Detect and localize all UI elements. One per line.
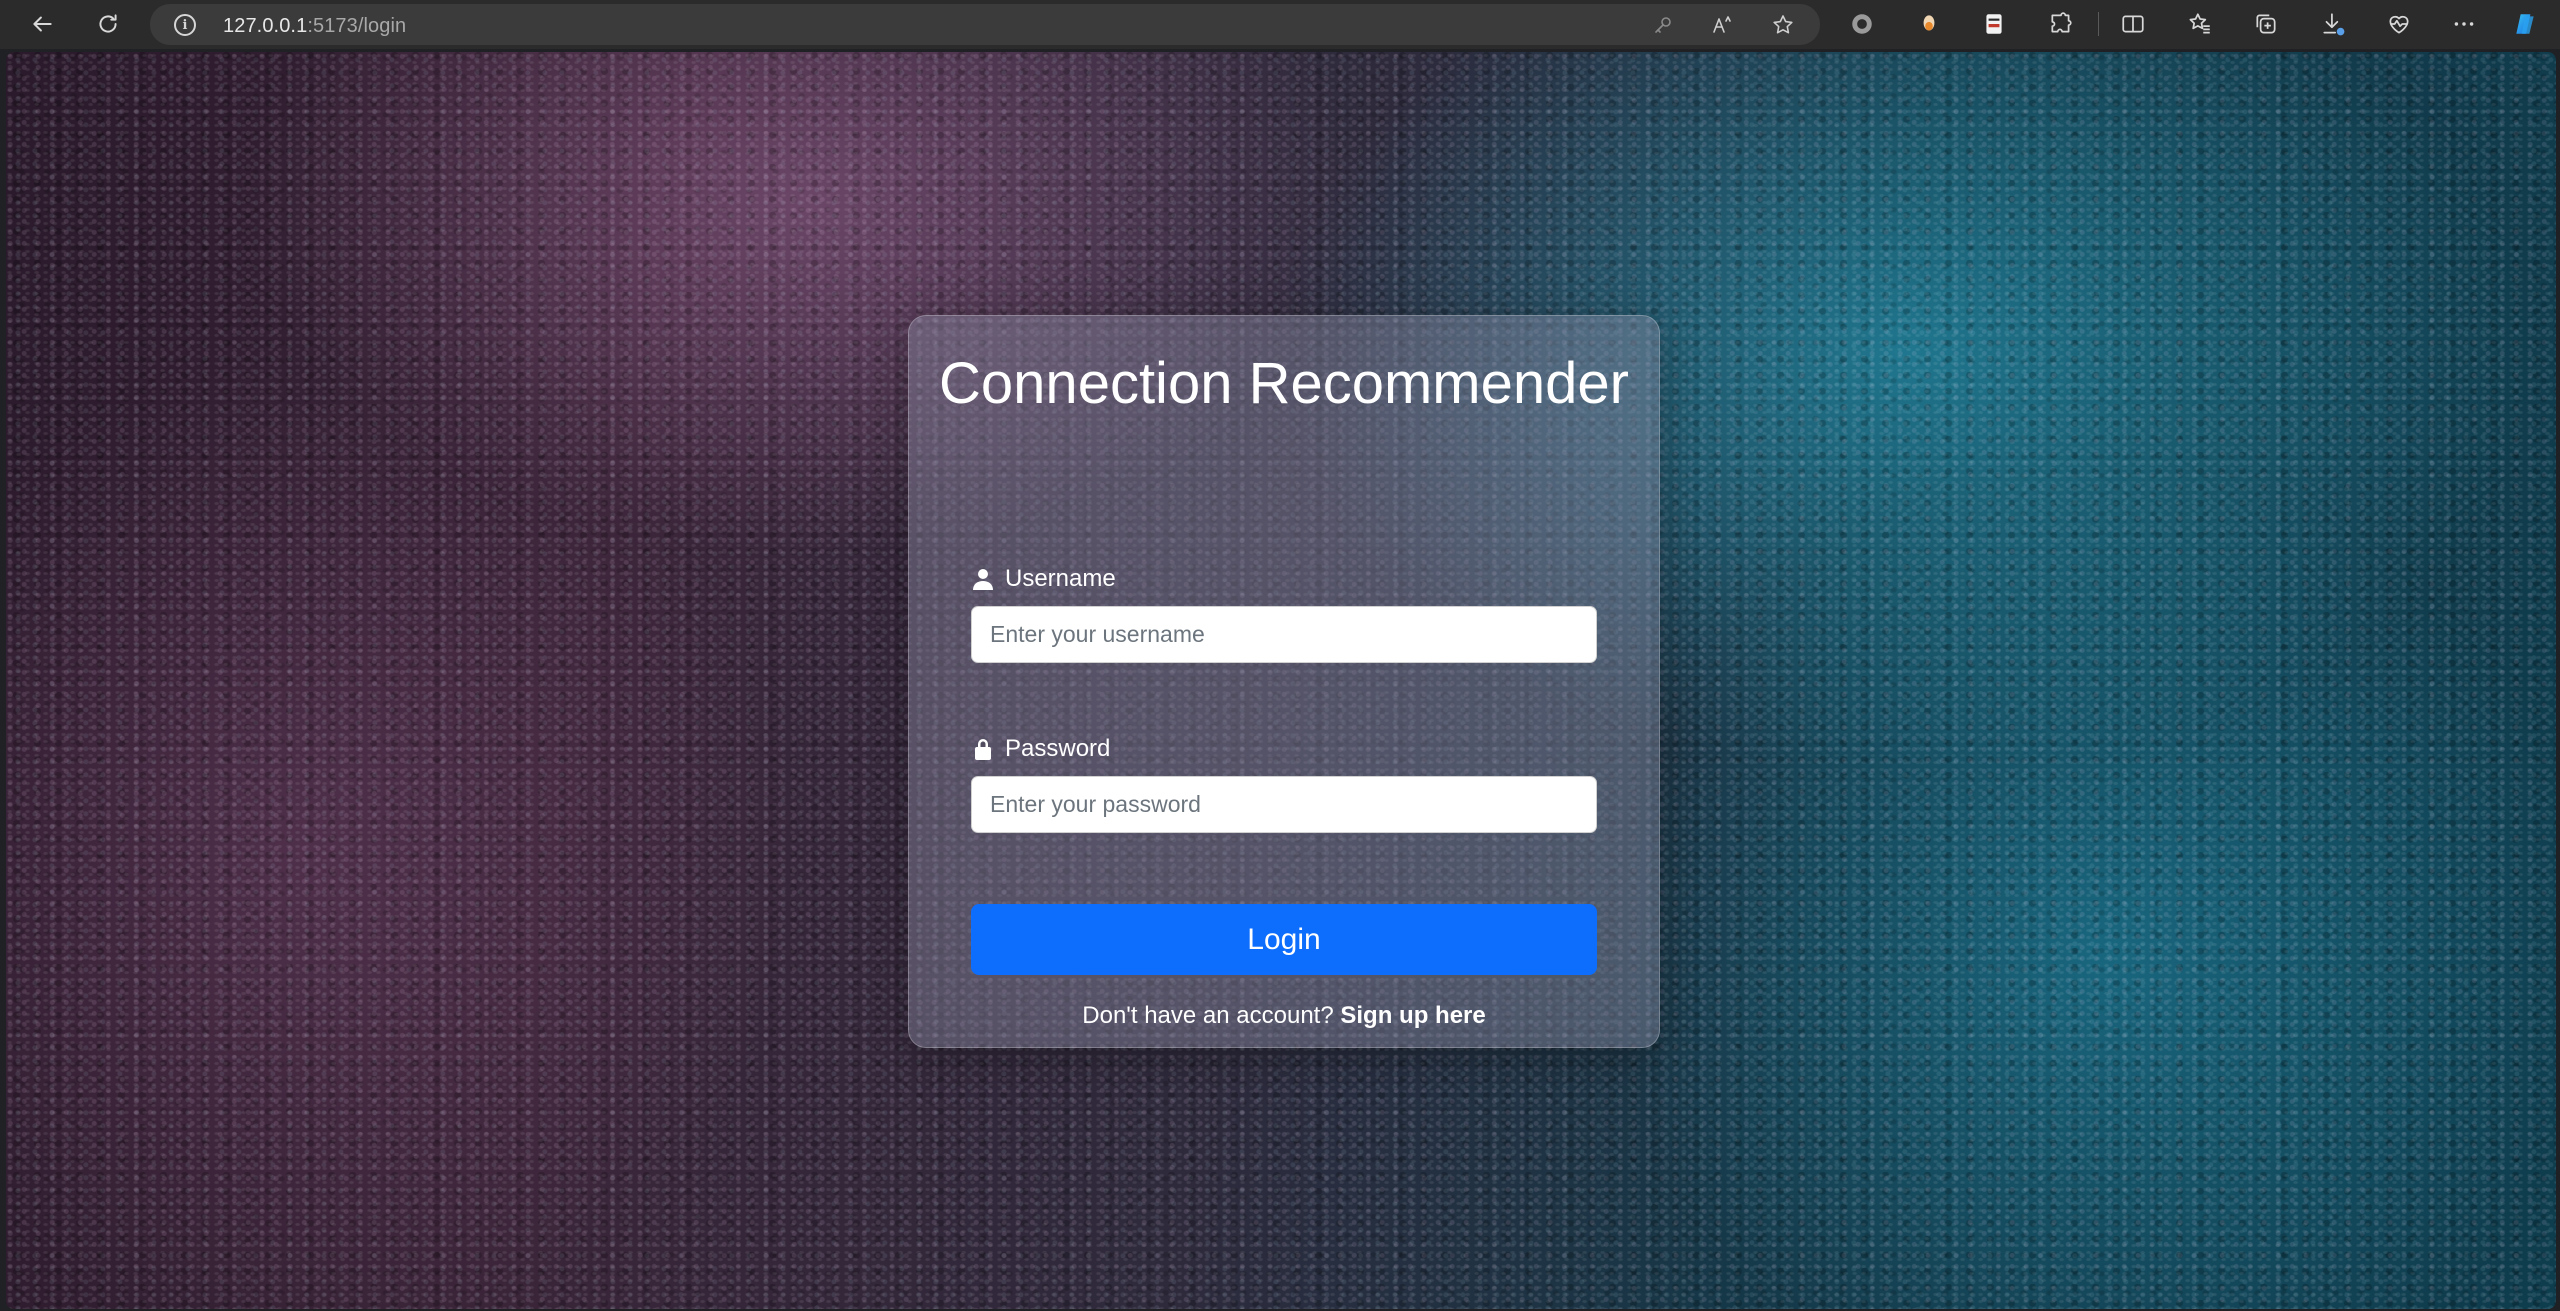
username-label-text: Username — [1005, 565, 1116, 592]
split-screen-button[interactable] — [2113, 4, 2153, 44]
record-extension-icon — [1852, 14, 1872, 34]
signup-prompt-text: Don't have an account? — [1082, 1002, 1334, 1029]
toolbar-divider — [2098, 12, 2099, 36]
download-icon — [2323, 13, 2345, 36]
more-button[interactable] — [2444, 4, 2484, 44]
url-text[interactable]: 127.0.0.1:5173/login — [223, 15, 406, 38]
url-host: 127.0.0.1 — [223, 15, 308, 37]
refresh-button[interactable] — [88, 4, 128, 44]
read-aloud-icon — [1713, 16, 1731, 33]
password-input[interactable] — [971, 776, 1597, 833]
username-input[interactable] — [971, 606, 1597, 663]
info-icon-glyph: i — [182, 17, 188, 33]
favorites-button[interactable] — [2180, 4, 2220, 44]
collections-icon — [2256, 14, 2276, 34]
bulb-extension-button[interactable] — [1909, 4, 1949, 44]
split-screen-icon — [2122, 15, 2144, 33]
favorite-button[interactable] — [1770, 12, 1796, 38]
page-viewport: Connection Recommender Username Password… — [6, 52, 2556, 1309]
user-icon — [973, 569, 993, 590]
back-arrow-icon — [33, 16, 52, 32]
puzzle-icon — [2051, 12, 2072, 33]
lock-icon — [975, 739, 991, 760]
favorites-icon — [2189, 13, 2210, 34]
info-icon[interactable]: i — [174, 14, 196, 36]
heart-pulse-icon — [2389, 15, 2409, 34]
record-extension-button[interactable] — [1842, 4, 1882, 44]
key-icon — [1655, 17, 1671, 33]
password-key-button[interactable] — [1650, 12, 1676, 38]
extensions-button[interactable] — [2041, 4, 2081, 44]
collections-button[interactable] — [2246, 4, 2286, 44]
read-aloud-button[interactable] — [1710, 12, 1736, 38]
browser-essentials-button[interactable] — [2379, 4, 2419, 44]
star-icon — [1773, 15, 1793, 34]
copilot-icon — [2516, 14, 2534, 34]
signup-link[interactable]: Sign up here — [1340, 1002, 1485, 1029]
address-bar[interactable]: i 127.0.0.1:5173/login — [150, 4, 1820, 45]
signup-prompt: Don't have an account? Sign up here — [909, 1002, 1659, 1030]
back-button[interactable] — [22, 4, 62, 44]
refresh-icon — [99, 14, 117, 33]
login-button[interactable]: Login — [971, 904, 1597, 975]
notes-extension-button[interactable] — [1974, 4, 2014, 44]
more-icon — [2454, 22, 2474, 26]
bulb-extension-icon — [1923, 15, 1935, 31]
username-label: Username — [973, 564, 1116, 594]
page-title: Connection Recommender — [939, 351, 1629, 416]
url-path: :5173/login — [307, 15, 407, 37]
downloads-button[interactable] — [2313, 4, 2353, 44]
password-label-text: Password — [1005, 735, 1111, 762]
login-card: Connection Recommender Username Password… — [908, 315, 1660, 1048]
notes-extension-icon — [1986, 14, 2002, 34]
password-label: Password — [973, 734, 1110, 764]
browser-toolbar: i 127.0.0.1:5173/login — [0, 0, 2560, 49]
copilot-button[interactable] — [2505, 4, 2545, 44]
